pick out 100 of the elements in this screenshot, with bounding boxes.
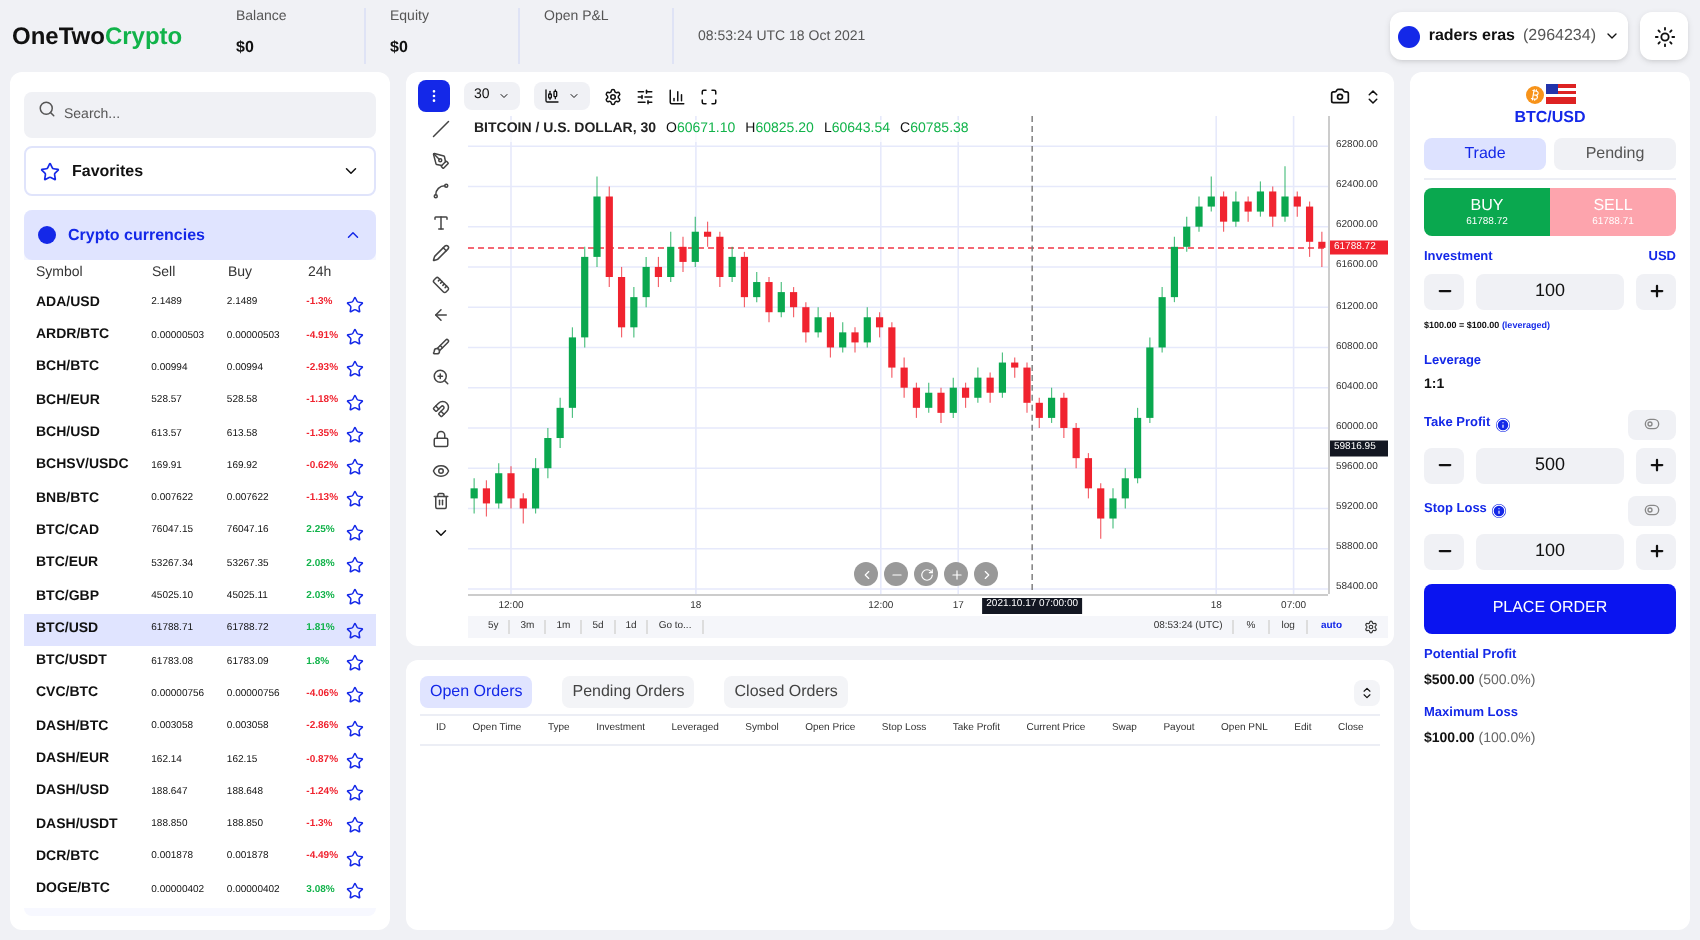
pen-icon[interactable]: [431, 151, 449, 169]
candlestick: [753, 271, 761, 303]
theme-button[interactable]: [1640, 12, 1688, 60]
lock-icon[interactable]: [431, 430, 449, 448]
candlestick: [1109, 487, 1117, 530]
favorite-star-icon[interactable]: [346, 295, 364, 314]
pencil-icon[interactable]: [431, 244, 449, 262]
favorite-star-icon[interactable]: [346, 556, 364, 575]
favorite-star-icon[interactable]: [346, 425, 364, 444]
trend-line-icon[interactable]: [431, 120, 449, 138]
candlestick: [1060, 392, 1068, 439]
candlestick: [716, 231, 724, 288]
expand-icon[interactable]: [1364, 87, 1382, 105]
candlestick: [691, 216, 699, 268]
sort-button[interactable]: [1354, 679, 1380, 705]
magnet-icon[interactable]: [431, 399, 449, 417]
bitcoin-icon: [1525, 85, 1543, 103]
favorite-star-icon[interactable]: [346, 751, 364, 770]
fullscreen-icon[interactable]: [699, 87, 718, 105]
section-header[interactable]: Crypto currencies: [24, 210, 376, 260]
candlestick: [900, 356, 908, 399]
favorite-star-icon[interactable]: [346, 849, 364, 868]
place-order-button[interactable]: PLACE ORDER: [1424, 583, 1676, 634]
amount-field[interactable]: 500: [1476, 447, 1624, 484]
settings-icon[interactable]: [603, 87, 622, 105]
amount-field[interactable]: 100: [1476, 533, 1624, 570]
candlestick: [1244, 195, 1252, 223]
trade-tab[interactable]: Trade: [1424, 138, 1546, 170]
account-button[interactable]: raders eras (2964234): [1390, 12, 1628, 60]
eye-icon[interactable]: [431, 461, 449, 479]
candlestick: [875, 311, 884, 338]
ruler-icon[interactable]: [431, 275, 449, 293]
brush-icon[interactable]: [431, 337, 449, 355]
favorite-star-icon[interactable]: [346, 458, 364, 477]
favorite-star-icon[interactable]: [346, 653, 364, 672]
candlestick: [1281, 165, 1289, 223]
candlestick: [863, 306, 871, 349]
zoom-in-button[interactable]: [944, 562, 968, 586]
candlestick: [1195, 195, 1203, 233]
candlestick: [544, 427, 552, 479]
scroll-left-button[interactable]: [854, 562, 878, 586]
arrow-left-icon[interactable]: [431, 306, 449, 324]
section-header[interactable]: Favorites: [24, 146, 376, 196]
candlestick: [1035, 397, 1043, 429]
orders-tab[interactable]: Pending Orders: [562, 676, 695, 708]
candlestick: [642, 256, 650, 308]
account-avatar-icon: [1398, 25, 1421, 47]
plus-icon: [1647, 542, 1665, 561]
favorite-star-icon[interactable]: [346, 816, 364, 835]
favorite-star-icon[interactable]: [346, 393, 364, 412]
plus-icon: [949, 567, 963, 581]
bar-chart-icon[interactable]: [667, 87, 686, 105]
favorite-star-icon[interactable]: [346, 881, 364, 900]
favorite-star-icon[interactable]: [346, 686, 364, 705]
orders-tab[interactable]: Open Orders: [420, 676, 533, 708]
zoom-out-button[interactable]: [884, 562, 908, 586]
favorite-star-icon[interactable]: [346, 327, 364, 346]
candlestick: [1097, 482, 1105, 540]
chart-type-dropdown[interactable]: [533, 82, 590, 110]
plus-button[interactable]: [1636, 533, 1676, 570]
coin-icon: [38, 226, 56, 244]
amount-field[interactable]: 100: [1476, 273, 1624, 310]
candlestick: [482, 479, 491, 518]
candlestick: [826, 311, 835, 359]
reset-button[interactable]: [914, 562, 938, 586]
candlestick: [839, 321, 847, 354]
trash-icon[interactable]: [431, 492, 449, 510]
chevron-left-icon: [859, 567, 873, 581]
candlestick: [507, 465, 515, 510]
toggle-icon: [1644, 502, 1660, 519]
trade-tab[interactable]: Pending: [1554, 138, 1676, 170]
zoom-in-icon[interactable]: [431, 368, 449, 386]
favorite-star-icon[interactable]: [346, 719, 364, 737]
favorite-star-icon[interactable]: [346, 621, 364, 640]
flag-icon: [1545, 84, 1575, 104]
toggle-button[interactable]: [1628, 409, 1676, 440]
candlestick: [961, 382, 970, 409]
favorite-star-icon[interactable]: [346, 784, 364, 803]
settings-icon[interactable]: [1364, 620, 1378, 634]
plus-button[interactable]: [1636, 447, 1676, 484]
favorite-star-icon[interactable]: [346, 490, 364, 509]
toggle-button[interactable]: [1628, 495, 1676, 526]
favorite-star-icon[interactable]: [346, 360, 364, 379]
drawing-tools-button[interactable]: [418, 80, 450, 112]
candlestick: [531, 457, 540, 515]
scroll-right-button[interactable]: [974, 562, 998, 586]
favorite-star-icon[interactable]: [346, 523, 364, 542]
orders-tab[interactable]: Closed Orders: [724, 676, 848, 708]
camera-icon[interactable]: [1330, 86, 1350, 106]
toggle-icon: [1644, 416, 1660, 433]
chevron-down-icon: [342, 162, 360, 180]
spline-icon[interactable]: [431, 182, 449, 200]
plus-button[interactable]: [1636, 273, 1676, 310]
candlestick: [974, 366, 982, 404]
sliders-icon[interactable]: [635, 87, 654, 105]
favorite-star-icon[interactable]: [346, 588, 364, 607]
candlestick: [1318, 231, 1326, 268]
text-icon[interactable]: [431, 213, 449, 231]
candlestick: [1084, 452, 1093, 499]
info-icon: [1492, 503, 1507, 518]
